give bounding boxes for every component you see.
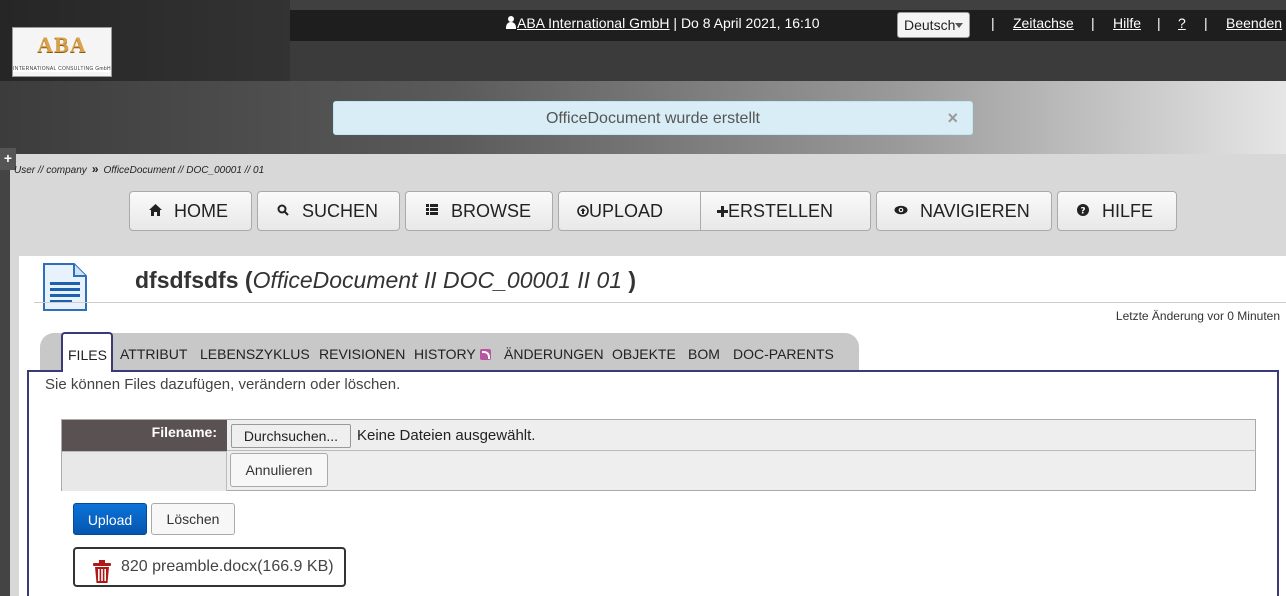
- tab-revisionen[interactable]: REVISIONEN: [319, 346, 405, 362]
- eye-icon: [894, 204, 908, 218]
- upload-button[interactable]: UPLOAD: [577, 192, 663, 230]
- filename-label: Filename:: [62, 420, 227, 451]
- nav-separator: |: [1157, 15, 1161, 31]
- tab-history-label: HISTORY: [414, 346, 476, 362]
- tab-bom[interactable]: BOM: [688, 346, 720, 362]
- files-hint: Sie können Files dazufügen, verändern od…: [45, 376, 401, 393]
- svg-text:?: ?: [1080, 206, 1085, 216]
- home-button[interactable]: HOME: [129, 191, 252, 231]
- no-file-selected-text: Keine Dateien ausgewählt.: [357, 427, 536, 444]
- breadcrumb-user[interactable]: User // company: [14, 165, 87, 176]
- logout-link[interactable]: Beenden: [1226, 15, 1282, 31]
- question-circle-icon: ?: [1076, 203, 1090, 219]
- logo-subtext: INTERNATIONAL CONSULTING GmbH: [13, 66, 111, 72]
- document-type-ref: OfficeDocument II DOC_00001 II 01: [252, 267, 623, 293]
- breadcrumb: User // company » OfficeDocument // DOC_00…: [14, 162, 264, 176]
- trash-icon[interactable]: [93, 560, 111, 583]
- help-link[interactable]: Hilfe: [1113, 15, 1141, 31]
- navigate-label: NAVIGIEREN: [920, 200, 1030, 221]
- browse-button[interactable]: BROWSE: [405, 191, 553, 231]
- tab-objekte[interactable]: OBJEKTE: [612, 346, 676, 362]
- form-row-divider: [227, 450, 1256, 451]
- document-icon: [42, 262, 88, 312]
- close-icon[interactable]: ×: [947, 108, 958, 129]
- home-label: HOME: [174, 200, 228, 221]
- tab-aenderungen[interactable]: ÄNDERUNGEN: [504, 346, 604, 362]
- tab-attribut[interactable]: ATTRIBUT: [120, 346, 187, 362]
- company-logo[interactable]: ABA INTERNATIONAL CONSULTING GmbH: [12, 27, 112, 77]
- top-header-lower: [290, 41, 1286, 81]
- document-name: dfsdfsdfs: [135, 267, 239, 293]
- upload-submit-button[interactable]: Upload: [73, 503, 147, 535]
- title-divider: [34, 302, 1286, 303]
- user-info: ABA International GmbH | Do 8 April 2021…: [505, 15, 820, 31]
- upload-label: UPLOAD: [589, 200, 664, 221]
- tab-lebenszyklus[interactable]: LEBENSZYKLUS: [200, 346, 310, 362]
- language-select[interactable]: Deutsch: [897, 12, 970, 38]
- title-close-paren: ): [622, 267, 637, 293]
- form-label-cell: [62, 451, 227, 491]
- cancel-button[interactable]: Annulieren: [230, 453, 328, 487]
- breadcrumb-separator: »: [91, 162, 99, 176]
- question-link[interactable]: ?: [1178, 15, 1186, 31]
- file-browse-button[interactable]: Durchsuchen...: [231, 424, 351, 448]
- search-button[interactable]: SUCHEN: [257, 191, 400, 231]
- file-name-link[interactable]: 820 preamble.docx(166.9 KB): [121, 558, 334, 576]
- title-open-paren: (: [238, 267, 253, 293]
- search-icon: [276, 204, 290, 219]
- upload-icon: [577, 201, 589, 222]
- search-label: SUCHEN: [302, 200, 379, 221]
- language-value: Deutsch: [904, 17, 956, 33]
- page-title: dfsdfsdfs (OfficeDocument II DOC_00001 I…: [135, 267, 636, 294]
- nav-divider: [700, 192, 701, 230]
- user-icon: [505, 16, 517, 29]
- create-label: ERSTELLEN: [728, 200, 834, 221]
- tab-doc-parents[interactable]: DOC-PARENTS: [733, 346, 834, 362]
- help-button[interactable]: ? HILFE: [1057, 191, 1177, 231]
- delete-button[interactable]: Löschen: [151, 503, 235, 535]
- plus-icon: [717, 201, 728, 222]
- last-change-info: Letzte Änderung vor 0 Minuten: [1115, 309, 1280, 323]
- rss-icon: [479, 349, 491, 360]
- chevron-down-icon: [955, 23, 963, 28]
- nav-separator: |: [1091, 15, 1095, 31]
- user-company-link[interactable]: ABA International GmbH: [517, 15, 670, 31]
- success-alert: OfficeDocument wurde erstellt ×: [333, 101, 973, 135]
- current-datetime: | Do 8 April 2021, 16:10: [669, 15, 820, 31]
- nav-separator: |: [1204, 15, 1208, 31]
- list-icon: [425, 204, 439, 218]
- home-icon: [148, 203, 162, 219]
- breadcrumb-document[interactable]: OfficeDocument // DOC_00001 // 01: [104, 165, 265, 176]
- help-label: HILFE: [1102, 200, 1154, 221]
- logo-text: ABA: [37, 32, 87, 57]
- tab-files[interactable]: FILES: [61, 332, 113, 372]
- navigate-button[interactable]: NAVIGIEREN: [876, 191, 1052, 231]
- sidebar-strip: [0, 154, 10, 596]
- upload-create-group: UPLOAD ERSTELLEN: [558, 191, 871, 231]
- browse-label: BROWSE: [451, 200, 532, 221]
- create-button[interactable]: ERSTELLEN: [717, 192, 833, 230]
- timeline-link[interactable]: Zeitachse: [1013, 15, 1074, 31]
- tab-history[interactable]: HISTORY: [414, 346, 491, 362]
- nav-separator: |: [991, 15, 995, 31]
- alert-message: OfficeDocument wurde erstellt: [545, 110, 760, 127]
